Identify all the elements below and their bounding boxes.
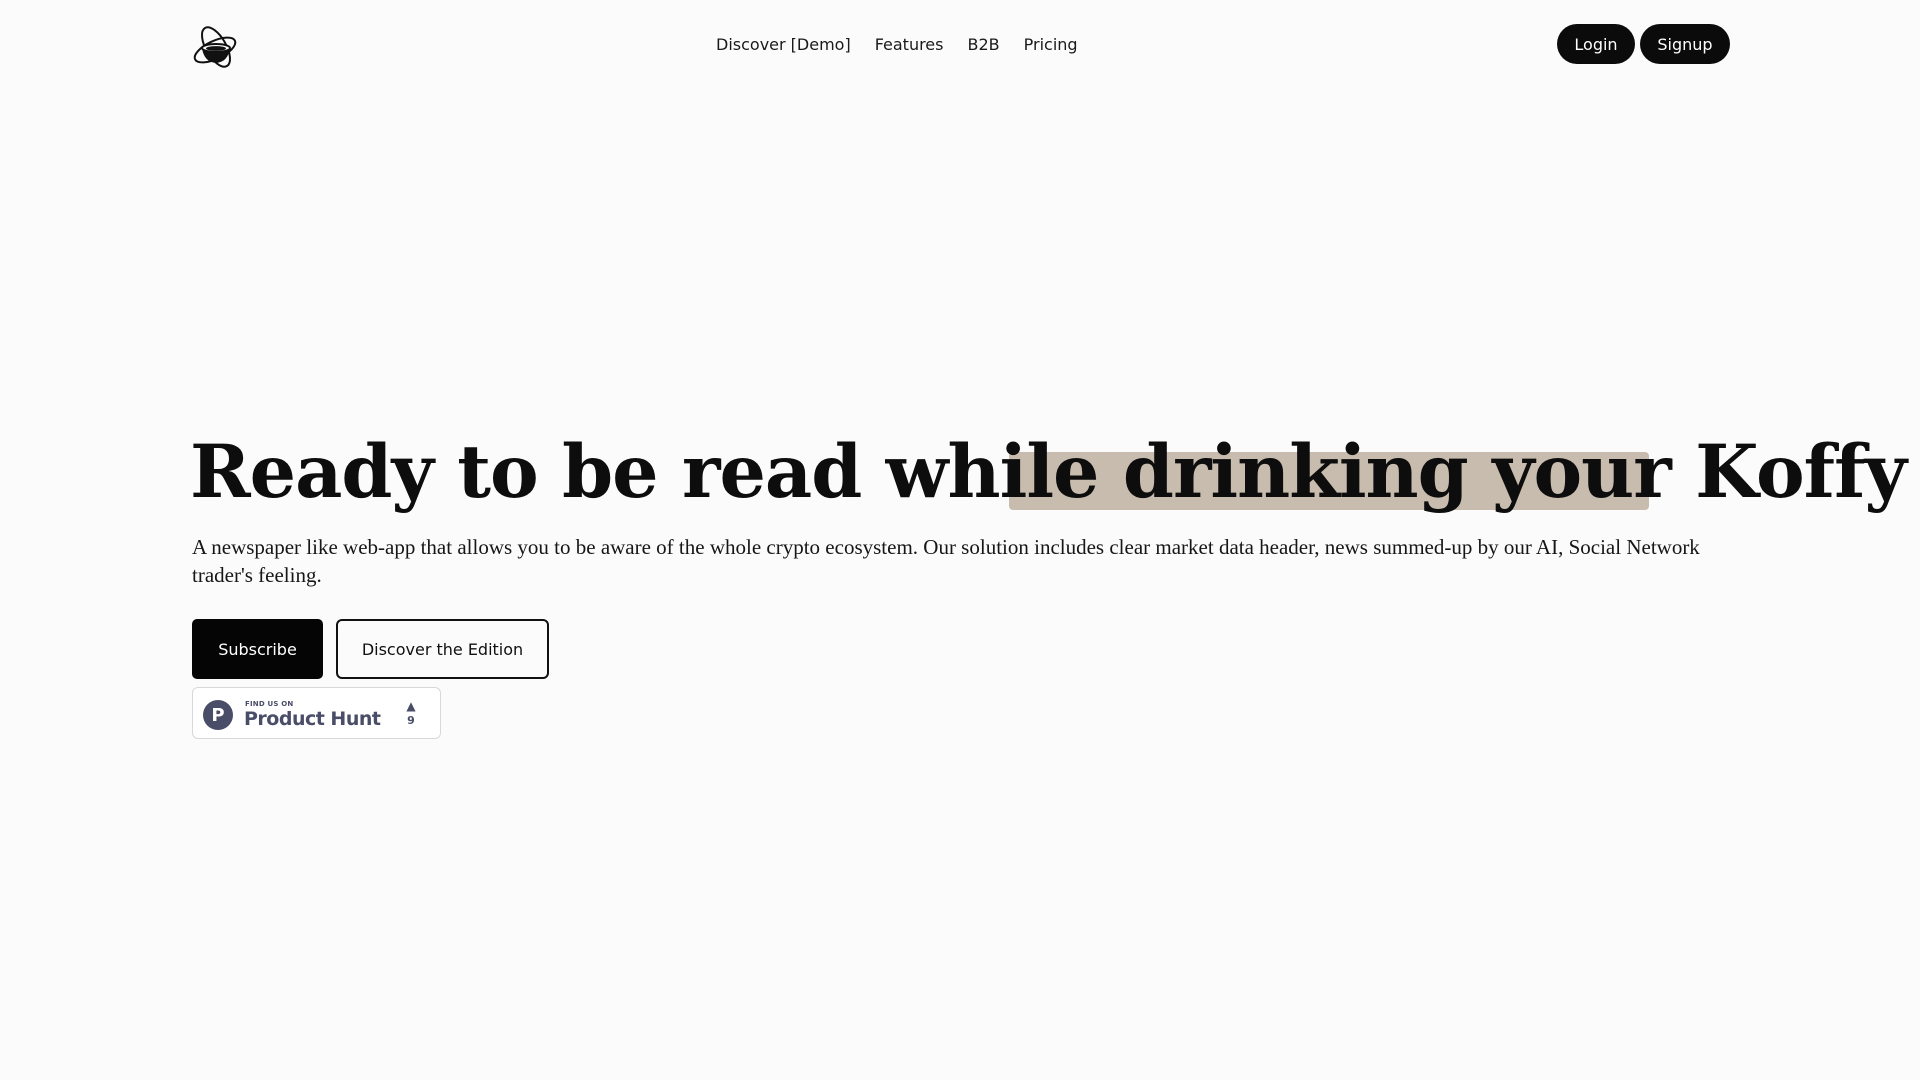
coffee-orbit-logo-icon[interactable]: [190, 22, 242, 74]
hero-title-prefix: Ready to be read while d: [190, 429, 1174, 515]
main-nav: Discover [Demo] Features B2B Pricing: [716, 35, 1102, 54]
hero-title-highlight: rinking your Koffy: [1172, 429, 1907, 515]
discover-edition-button[interactable]: Discover the Edition: [336, 619, 549, 679]
nav-b2b[interactable]: B2B: [967, 35, 999, 54]
upvote-arrow-icon: ▲: [406, 699, 416, 713]
product-hunt-logo-icon: P: [203, 700, 233, 730]
site-header: Discover [Demo] Features B2B Pricing Log…: [0, 0, 1920, 96]
upvote-count: 9: [407, 714, 415, 727]
product-hunt-name: Product Hunt: [244, 708, 381, 730]
hero-description: A newspaper like web-app that allows you…: [192, 535, 1700, 587]
nav-features[interactable]: Features: [875, 35, 944, 54]
subscribe-button[interactable]: Subscribe: [192, 619, 323, 679]
product-hunt-find-us: FIND US ON: [245, 700, 294, 708]
cta-row: Subscribe Discover the Edition: [192, 619, 549, 679]
product-hunt-upvote[interactable]: ▲ 9: [403, 699, 419, 729]
product-hunt-badge[interactable]: P FIND US ON Product Hunt ▲ 9: [192, 687, 441, 739]
nav-pricing[interactable]: Pricing: [1024, 35, 1078, 54]
signup-button[interactable]: Signup: [1640, 24, 1730, 64]
auth-buttons: Login Signup: [1557, 24, 1730, 64]
hero-title: Ready to be read while drinking your Kof…: [190, 424, 1907, 520]
login-button[interactable]: Login: [1557, 24, 1635, 64]
nav-discover-demo[interactable]: Discover [Demo]: [716, 35, 851, 54]
